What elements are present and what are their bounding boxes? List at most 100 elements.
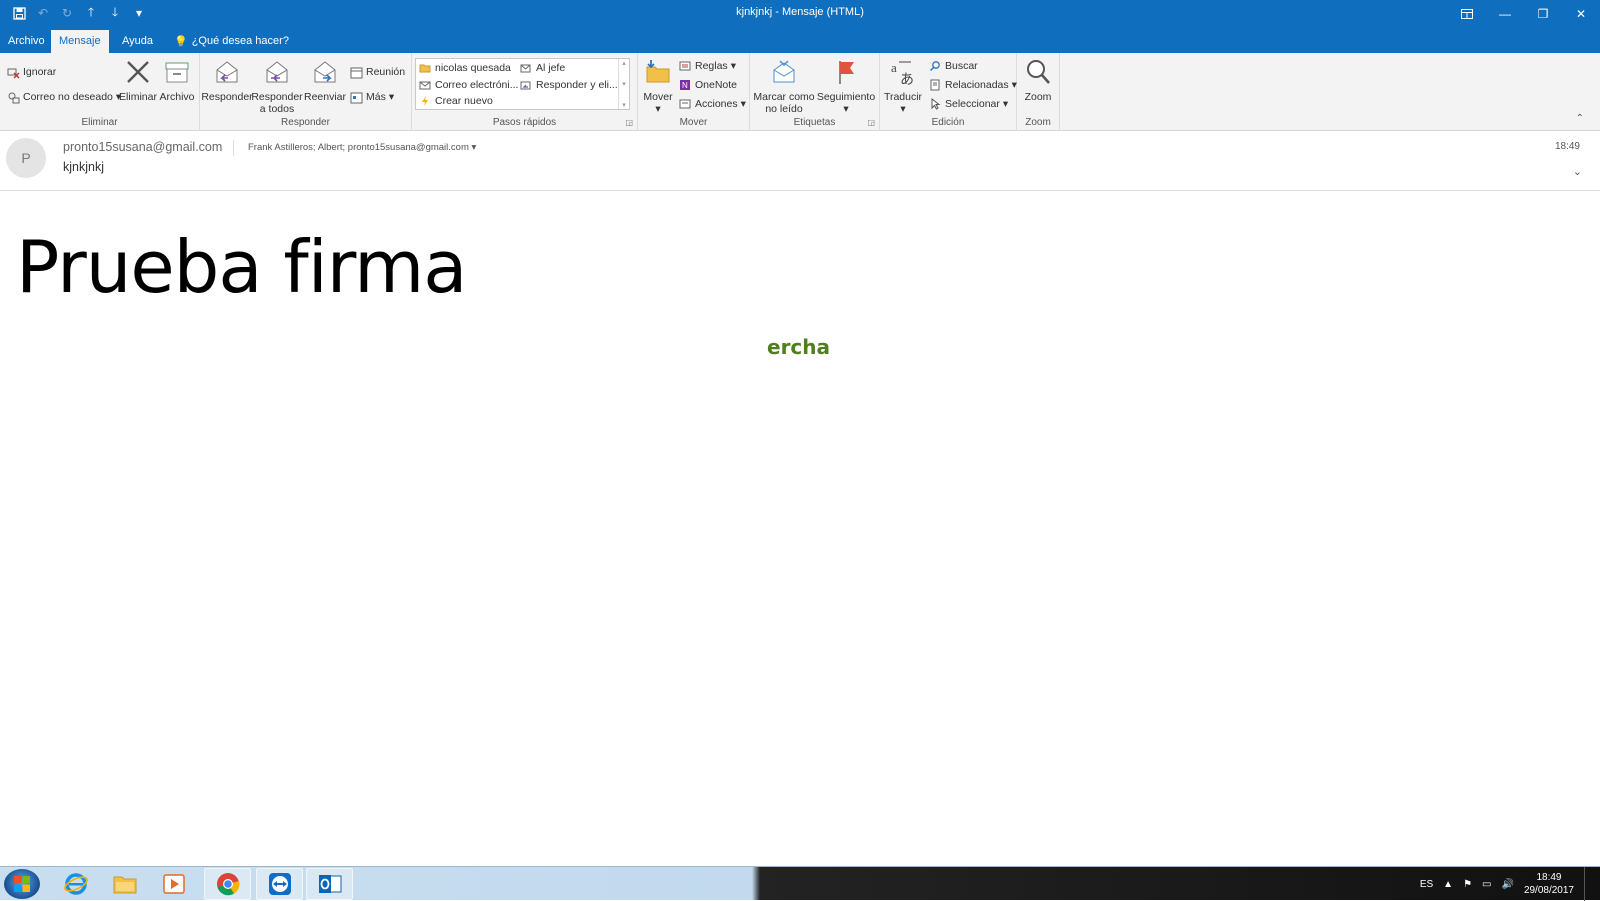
archive-button[interactable]: Archivo — [158, 57, 196, 103]
message-header: P pronto15susana@gmail.com Frank Astille… — [0, 131, 1600, 191]
rules-button[interactable]: Reglas ▾ — [678, 59, 736, 73]
clock[interactable]: 18:49 29/08/2017 — [1524, 871, 1574, 897]
find-label: Buscar — [945, 60, 978, 72]
network-icon[interactable]: ▭ — [1482, 879, 1491, 890]
group-quick-steps: nicolas quesada Al jefe Correo electróni… — [412, 53, 638, 131]
sender-address[interactable]: pronto15susana@gmail.com — [63, 140, 222, 154]
quick-step-label: Al jefe — [536, 62, 566, 74]
outlook-icon[interactable] — [306, 868, 353, 900]
rules-label: Reglas — [695, 60, 728, 72]
reply-all-button[interactable]: Responder a todos — [251, 57, 303, 115]
ribbon-display-options-icon[interactable] — [1448, 0, 1486, 27]
clock-date: 29/08/2017 — [1523, 885, 1574, 896]
quick-step-crear-nuevo[interactable]: Crear nuevo — [418, 94, 493, 108]
gallery-scroll[interactable]: ▴ ▾ ▾ — [618, 59, 629, 109]
reply-all-label-2: a todos — [259, 103, 295, 115]
follow-up-button[interactable]: Seguimiento ▾ — [816, 57, 876, 115]
select-button[interactable]: Seleccionar ▾ — [928, 97, 1008, 111]
quick-step-nicolas[interactable]: nicolas quesada — [418, 61, 511, 75]
recipients[interactable]: Frank Astilleros; Albert; pronto15susana… — [248, 142, 476, 153]
junk-mail-button[interactable]: Correo no deseado ▾ — [6, 90, 121, 104]
window-controls: — ❐ ✕ — [1448, 0, 1600, 27]
gallery-more-icon[interactable]: ▾ — [622, 101, 626, 109]
avatar: P — [6, 138, 46, 178]
media-player-icon[interactable] — [150, 868, 197, 900]
meeting-button[interactable]: Reunión — [349, 65, 405, 79]
quick-step-al-jefe[interactable]: Al jefe — [519, 61, 565, 75]
internet-explorer-icon[interactable] — [52, 868, 99, 900]
language-indicator[interactable]: ES — [1420, 879, 1433, 890]
group-mover: Mover ▾ Reglas ▾ N OneNote Acciones ▾ Mo… — [638, 53, 750, 131]
previous-item-icon[interactable]: 🡑 — [82, 4, 100, 22]
tell-me-label: ¿Qué desea hacer? — [191, 35, 289, 47]
quick-step-label: Crear nuevo — [435, 95, 493, 107]
ignore-button[interactable]: Ignorar — [6, 65, 56, 79]
save-icon[interactable] — [10, 4, 28, 22]
group-label-responder: Responder — [281, 117, 330, 128]
tab-ayuda[interactable]: Ayuda — [114, 30, 161, 53]
scroll-down-icon[interactable]: ▾ — [622, 80, 626, 88]
quick-access-toolbar: ↶ ↻ 🡑 🡓 ▾ — [10, 4, 148, 22]
junk-mail-icon — [6, 90, 20, 104]
delete-button[interactable]: Eliminar — [118, 57, 158, 103]
reply-button[interactable]: Responder — [201, 57, 253, 103]
related-button[interactable]: Relacionadas ▾ — [928, 78, 1017, 92]
scroll-up-icon[interactable]: ▴ — [622, 59, 626, 67]
volume-icon[interactable]: 🔊 — [1501, 879, 1513, 890]
body-heading: Prueba firma — [16, 225, 467, 309]
group-label-eliminar: Eliminar — [81, 117, 118, 128]
redo-icon[interactable]: ↻ — [58, 4, 76, 22]
system-tray: ES ▲ ⚑ ▭ 🔊 18:49 29/08/2017 — [1420, 867, 1590, 901]
find-button[interactable]: Buscar — [928, 59, 978, 73]
teamviewer-icon[interactable] — [256, 868, 303, 900]
close-button[interactable]: ✕ — [1562, 0, 1600, 27]
start-button[interactable] — [4, 869, 40, 899]
chrome-icon[interactable] — [204, 868, 251, 900]
translate-icon: aあ — [888, 57, 918, 87]
customize-toolbar-icon[interactable]: ▾ — [130, 4, 148, 22]
onenote-button[interactable]: N OneNote — [678, 78, 737, 92]
lightbulb-icon: 💡 — [174, 36, 188, 48]
show-hidden-icons-icon[interactable]: ▲ — [1443, 879, 1453, 890]
dropdown-arrow-icon: ▾ — [388, 91, 395, 103]
search-icon — [928, 59, 942, 73]
quick-step-responder-eliminar[interactable]: Responder y eli... — [519, 78, 618, 92]
group-zoom: Zoom Zoom — [1017, 53, 1060, 131]
cursor-icon — [928, 97, 942, 111]
tab-archivo[interactable]: Archivo — [0, 30, 53, 53]
lightning-icon — [418, 94, 432, 108]
archive-label: Archivo — [159, 91, 195, 103]
group-label-etiquetas: Etiquetas — [793, 117, 836, 128]
show-desktop-button[interactable] — [1584, 867, 1590, 901]
next-item-icon[interactable]: 🡓 — [106, 4, 124, 22]
mark-unread-button[interactable]: Marcar como no leído — [752, 57, 816, 115]
dropdown-arrow-icon: ▾ — [1002, 98, 1009, 110]
mark-unread-label-1: Marcar como — [753, 91, 815, 103]
translate-button[interactable]: aあ Traducir ▾ — [881, 57, 925, 115]
actions-label: Acciones — [695, 98, 738, 110]
reply-icon — [212, 57, 242, 87]
reply-label: Responder — [201, 91, 253, 103]
actions-button[interactable]: Acciones ▾ — [678, 97, 746, 111]
file-explorer-icon[interactable] — [101, 868, 148, 900]
onenote-label: OneNote — [695, 79, 738, 91]
minimize-button[interactable]: — — [1486, 0, 1524, 27]
svg-text:あ: あ — [900, 72, 914, 86]
zoom-button[interactable]: Zoom — [1019, 57, 1057, 103]
clock-time: 18:49 — [1536, 872, 1562, 883]
expand-header-icon[interactable]: ⌄ — [1573, 165, 1582, 178]
quick-step-correo[interactable]: Correo electróni... — [418, 78, 518, 92]
meeting-icon — [349, 65, 363, 79]
group-responder: Responder Responder a todos Reenviar Reu… — [200, 53, 412, 131]
tell-me-search[interactable]: 💡 ¿Qué desea hacer? — [166, 30, 297, 53]
more-button[interactable]: Más ▾ — [349, 90, 394, 104]
tab-mensaje[interactable]: Mensaje — [51, 30, 109, 53]
restore-button[interactable]: ❐ — [1524, 0, 1562, 27]
group-eliminar: Ignorar Correo no deseado ▾ Eliminar Arc… — [0, 53, 200, 131]
undo-icon[interactable]: ↶ — [34, 4, 52, 22]
forward-button[interactable]: Reenviar — [304, 57, 346, 103]
move-button[interactable]: Mover ▾ — [641, 57, 675, 115]
chevron-down-icon[interactable]: ▾ — [472, 142, 477, 153]
collapse-ribbon-icon[interactable]: ⌃ — [1576, 113, 1584, 124]
action-center-flag-icon[interactable]: ⚑ — [1463, 879, 1472, 890]
